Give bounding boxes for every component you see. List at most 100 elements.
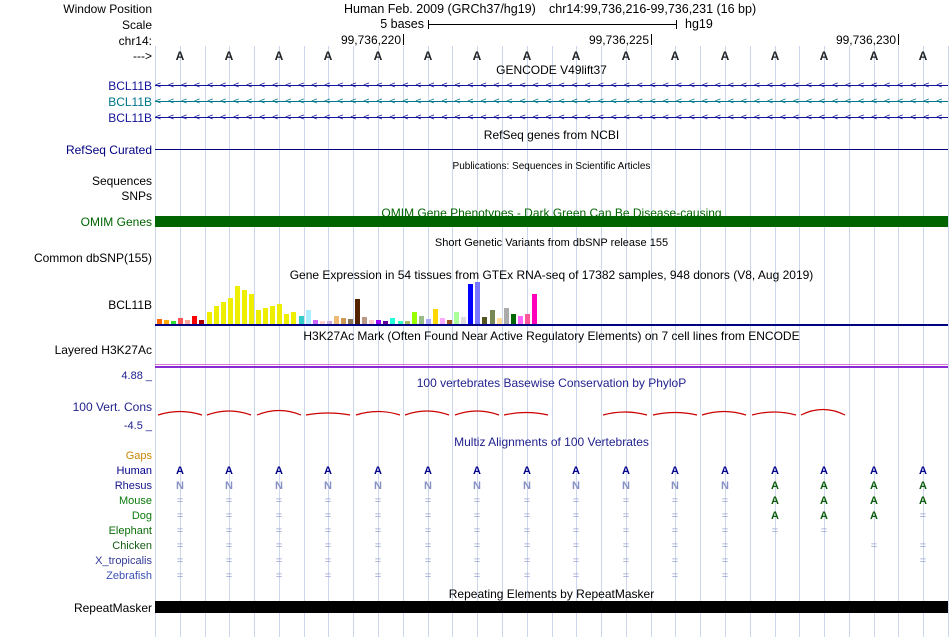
species-label-mouse[interactable]: Mouse xyxy=(119,495,152,507)
gtex-expression-bars[interactable] xyxy=(155,282,585,324)
species-label-zebrafish[interactable]: Zebrafish xyxy=(106,570,152,582)
alignment-base: = xyxy=(176,570,184,582)
gtex-bar xyxy=(306,310,311,324)
gene-model-row[interactable]: <<<<<<<<<<<<<<<<<<<<<<<<<<<<<<<<<<<<<<<<… xyxy=(155,79,948,92)
alignment-base: = xyxy=(324,570,332,582)
alignment-base: = xyxy=(424,510,432,522)
alignment-base: A xyxy=(771,495,779,507)
repeatmasker-label[interactable]: RepeatMasker xyxy=(74,601,152,615)
sequence-base: A xyxy=(522,49,532,63)
omim-genes-label[interactable]: OMIM Genes xyxy=(81,215,152,229)
h3k27ac-title: H3K27Ac Mark (Often Found Near Active Re… xyxy=(303,329,800,343)
dbsnp-label[interactable]: Common dbSNP(155) xyxy=(34,251,152,265)
species-label-human[interactable]: Human xyxy=(117,465,152,477)
alignment-base: A xyxy=(324,465,332,477)
genome-browser-image[interactable]: Human Feb. 2009 (GRCh37/hg19) chr14:99,7… xyxy=(0,0,950,637)
species-label-gaps[interactable]: Gaps xyxy=(126,450,152,462)
species-label-x_tropicalis[interactable]: X_tropicalis xyxy=(95,555,152,567)
gene-label-bcl11b[interactable]: BCL11B xyxy=(108,95,152,109)
gtex-bar xyxy=(490,310,495,324)
alignment-base: A xyxy=(820,510,828,522)
gtex-bar xyxy=(192,316,197,324)
gtex-bar xyxy=(277,304,282,324)
alignment-base: = xyxy=(671,540,679,552)
gtex-bar xyxy=(270,306,275,324)
alignment-base: = xyxy=(473,525,481,537)
gtex-gene-label[interactable]: BCL11B xyxy=(108,298,152,312)
alignment-base: A xyxy=(424,465,432,477)
alignment-base: = xyxy=(225,540,233,552)
alignment-base: = xyxy=(572,555,580,567)
gtex-bar xyxy=(426,319,431,324)
phylop-max-value: 4.88 _ xyxy=(121,370,152,382)
alignment-base: = xyxy=(919,555,927,567)
gtex-bar xyxy=(235,286,240,324)
alignment-base: = xyxy=(374,570,382,582)
refseq-title: RefSeq genes from NCBI xyxy=(483,128,620,142)
species-label-elephant[interactable]: Elephant xyxy=(109,525,152,537)
alignment-base: = xyxy=(424,540,432,552)
alignment-base: N xyxy=(572,480,580,492)
alignment-base: A xyxy=(870,510,878,522)
alignment-base: = xyxy=(225,555,233,567)
h3k27ac-label[interactable]: Layered H3K27Ac xyxy=(55,343,152,357)
species-label-dog[interactable]: Dog xyxy=(132,510,152,522)
alignment-base: A xyxy=(523,465,531,477)
alignment-base: = xyxy=(275,555,283,567)
gtex-bar xyxy=(256,310,261,324)
omim-genes-bar[interactable] xyxy=(155,216,948,227)
alignment-base: = xyxy=(473,540,481,552)
alignment-base: = xyxy=(919,510,927,522)
alignment-base: = xyxy=(225,570,233,582)
gene-label-bcl11b[interactable]: BCL11B xyxy=(108,79,152,93)
phylop-wiggle[interactable] xyxy=(155,398,948,420)
gtex-bar xyxy=(320,321,325,324)
gtex-bar xyxy=(207,312,212,324)
coordinate-label: 99,736,220 xyxy=(340,33,401,47)
scale-bar-tick xyxy=(428,20,429,29)
sequence-base: A xyxy=(918,49,928,63)
gtex-bar xyxy=(284,314,289,324)
alignment-base: A xyxy=(919,480,927,492)
alignment-base: = xyxy=(523,510,531,522)
gtex-bar xyxy=(199,320,204,324)
snps-label[interactable]: SNPs xyxy=(121,189,152,203)
h3k27ac-signal-line[interactable] xyxy=(155,366,948,368)
sequence-base: A xyxy=(175,49,185,63)
strand-arrows: <<<<<<<<<<<<<<<<<<<<<<<<<<<<<<<<<<<<<<<<… xyxy=(155,96,948,107)
species-label-chicken[interactable]: Chicken xyxy=(112,540,152,552)
repeatmasker-bar[interactable] xyxy=(155,601,948,613)
gridline xyxy=(948,46,949,637)
species-label-rhesus[interactable]: Rhesus xyxy=(115,480,152,492)
gtex-bar xyxy=(454,312,459,324)
refseq-curated-label[interactable]: RefSeq Curated xyxy=(66,143,152,157)
phylop-min-value: -4.5 _ xyxy=(123,420,152,432)
coordinate-tick xyxy=(898,34,899,45)
alignment-base: A xyxy=(771,465,779,477)
alignment-base: = xyxy=(622,555,630,567)
alignment-base: A xyxy=(771,510,779,522)
coordinate-tick xyxy=(403,34,404,45)
sequence-base: A xyxy=(423,49,433,63)
gene-model-row[interactable]: <<<<<<<<<<<<<<<<<<<<<<<<<<<<<<<<<<<<<<<<… xyxy=(155,95,948,108)
gtex-bar xyxy=(164,320,169,324)
gene-model-row[interactable]: <<<<<<<<<<<<<<<<<<<<<<<<<<<<<<<<<<<<<<<<… xyxy=(155,111,948,124)
assembly-label: Human Feb. 2009 (GRCh37/hg19) xyxy=(344,2,536,16)
coordinate-tick xyxy=(651,34,652,45)
sequences-label[interactable]: Sequences xyxy=(92,174,152,188)
publications-title: Publications: Sequences in Scientific Ar… xyxy=(452,161,651,172)
h3k27ac-signal-line-light xyxy=(155,364,948,365)
multiz-title: Multiz Alignments of 100 Vertebrates xyxy=(454,435,649,449)
alignment-base: N xyxy=(721,480,729,492)
alignment-base: = xyxy=(622,525,630,537)
gtex-bar xyxy=(348,319,353,324)
phylop-label[interactable]: 100 Vert. Cons xyxy=(73,400,152,414)
gtex-bar xyxy=(214,306,219,324)
alignment-base: = xyxy=(176,510,184,522)
refseq-track-line[interactable] xyxy=(155,149,948,150)
gencode-title: GENCODE V49lift37 xyxy=(496,63,607,77)
gtex-bar xyxy=(228,298,233,324)
gene-label-bcl11b[interactable]: BCL11B xyxy=(108,111,152,125)
gtex-bar xyxy=(440,318,445,324)
alignment-base: = xyxy=(275,510,283,522)
